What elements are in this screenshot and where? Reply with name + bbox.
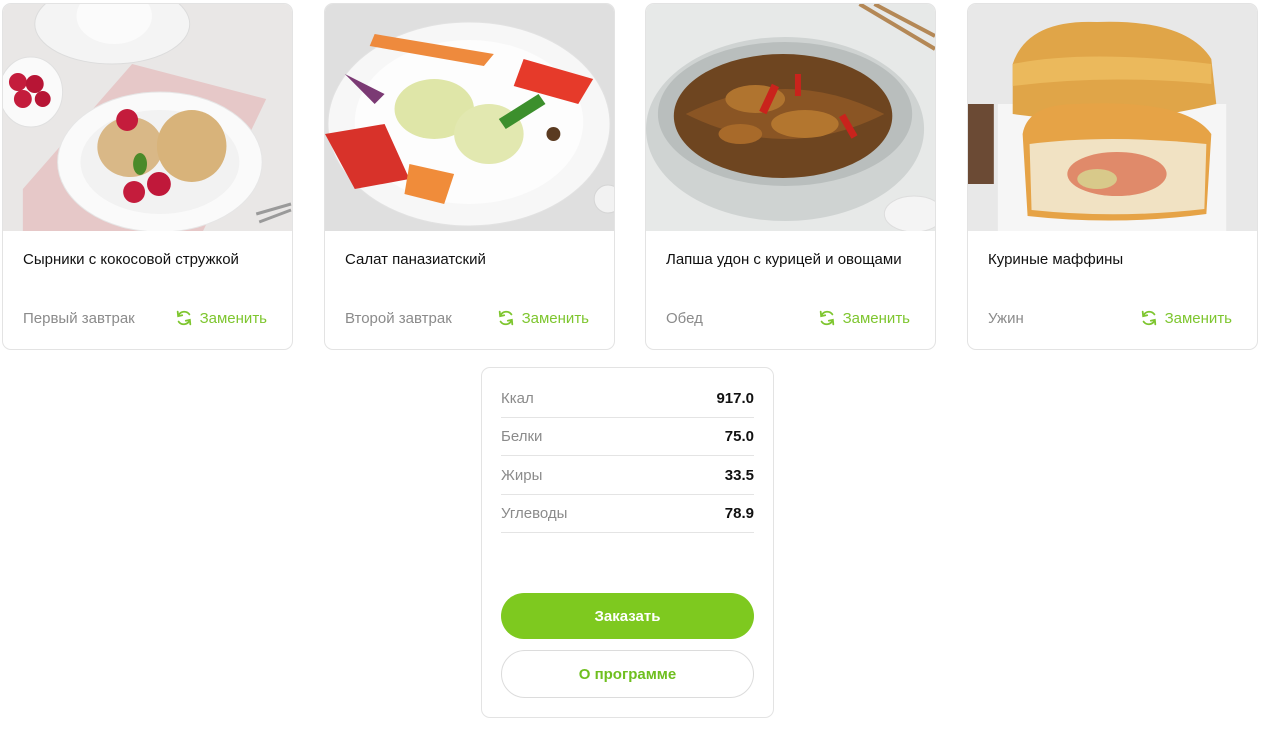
meal-type: Первый завтрак: [23, 310, 135, 327]
nutrition-row-kcal: Ккал 917.0: [501, 380, 754, 418]
meal-title: Сырники с кокосовой стружкой: [23, 251, 239, 268]
meal-type: Второй завтрак: [345, 310, 452, 327]
nutrition-label: Белки: [501, 428, 543, 445]
meal-card[interactable]: Сырники с кокосовой стружкой Первый завт…: [2, 3, 293, 350]
refresh-icon: [176, 310, 191, 326]
meal-card[interactable]: Лапша удон с курицей и овощами Обед Заме…: [645, 3, 936, 350]
meal-title: Салат паназиатский: [345, 251, 486, 268]
nutrition-row-carbs: Углеводы 78.9: [501, 495, 754, 533]
meal-type: Обед: [666, 310, 703, 327]
nutrition-value: 917.0: [716, 390, 754, 407]
order-button[interactable]: Заказать: [501, 593, 754, 639]
replace-label: Заменить: [199, 309, 267, 327]
syrniki-photo: [3, 4, 292, 231]
nutrition-row-fat: Жиры 33.5: [501, 457, 754, 495]
replace-label: Заменить: [1164, 309, 1232, 327]
noodles-photo: [646, 4, 935, 231]
replace-button[interactable]: Заменить: [175, 309, 267, 327]
replace-label: Заменить: [521, 309, 589, 327]
meal-title: Лапша удон с курицей и овощами: [666, 251, 902, 268]
replace-label: Заменить: [842, 309, 910, 327]
nutrition-row-protein: Белки 75.0: [501, 418, 754, 456]
nutrition-label: Ккал: [501, 390, 534, 407]
meal-card[interactable]: Салат паназиатский Второй завтрак Замени…: [324, 3, 615, 350]
meal-title: Куриные маффины: [988, 251, 1124, 268]
nutrition-label: Углеводы: [501, 505, 568, 522]
replace-button[interactable]: Заменить: [818, 309, 910, 327]
nutrition-value: 78.9: [724, 505, 754, 522]
meal-type: Ужин: [988, 310, 1024, 327]
meal-cards: Сырники с кокосовой стружкой Первый завт…: [0, 0, 1265, 360]
replace-button[interactable]: Заменить: [497, 309, 589, 327]
nutrition-summary: Ккал 917.0 Белки 75.0 Жиры 33.5 Углеводы…: [481, 367, 774, 718]
refresh-icon: [498, 310, 513, 326]
replace-button[interactable]: Заменить: [1140, 309, 1232, 327]
refresh-icon: [819, 310, 834, 326]
muffins-photo: [968, 4, 1257, 231]
about-program-button[interactable]: О программе: [501, 650, 754, 698]
nutrition-value: 33.5: [724, 467, 754, 484]
salad-photo: [325, 4, 614, 231]
nutrition-label: Жиры: [501, 467, 543, 484]
meal-card[interactable]: Куриные маффины Ужин Заменить: [967, 3, 1258, 350]
refresh-icon: [1141, 310, 1156, 326]
nutrition-value: 75.0: [724, 428, 754, 445]
